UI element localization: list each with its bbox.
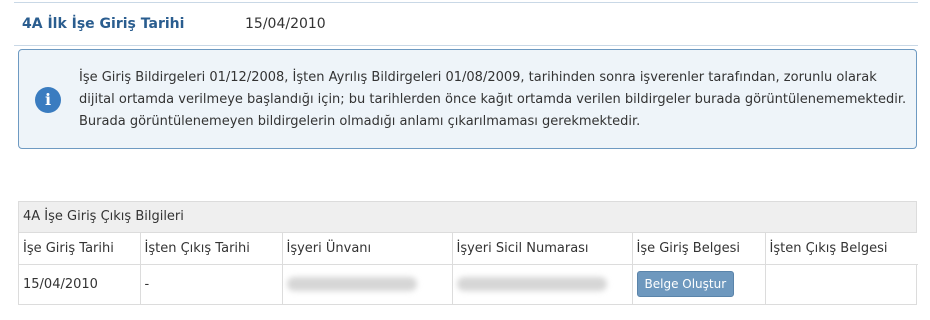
col-header-entry-date: İşe Giriş Tarihi — [19, 233, 141, 265]
col-header-workplace-registry: İşyeri Sicil Numarası — [452, 233, 633, 265]
entry-exit-table: İşe Giriş Tarihi İşten Çıkış Tarihi İşye… — [19, 233, 918, 304]
cell-exit-document — [765, 264, 918, 304]
create-document-button[interactable]: Belge Oluştur — [636, 271, 735, 298]
cell-workplace-title — [282, 264, 453, 304]
table-row: 15/04/2010 - Belge Oluştur — [19, 264, 918, 304]
table-header-row: İşe Giriş Tarihi İşten Çıkış Tarihi İşye… — [19, 233, 918, 265]
cell-entry-date: 15/04/2010 — [19, 264, 141, 304]
info-text: İşe Giriş Bildirgeleri 01/12/2008, İşten… — [79, 70, 907, 129]
col-header-exit-document: İşten Çıkış Belgesi — [765, 233, 918, 265]
entry-exit-panel: 4A İşe Giriş Çıkış Bilgileri İşe Giriş T… — [18, 201, 918, 305]
col-header-entry-document: İşe Giriş Belgesi — [632, 233, 766, 265]
info-icon: i — [35, 87, 61, 113]
col-header-exit-date: İşten Çıkış Tarihi — [140, 233, 283, 265]
cell-exit-date: - — [140, 264, 283, 304]
col-header-workplace-title: İşyeri Ünvanı — [282, 233, 453, 265]
redacted-workplace-title — [286, 277, 417, 292]
cell-entry-document: Belge Oluştur — [632, 264, 766, 304]
redacted-workplace-registry — [456, 277, 607, 292]
info-alert: i İşe Giriş Bildirgeleri 01/12/2008, İşt… — [18, 49, 917, 149]
cell-workplace-registry — [452, 264, 633, 304]
first-entry-label: 4A İlk İşe Giriş Tarihi — [22, 16, 185, 32]
first-entry-row: 4A İlk İşe Giriş Tarihi 15/04/2010 — [14, 2, 918, 46]
first-entry-value: 15/04/2010 — [245, 16, 326, 32]
panel-title: 4A İşe Giriş Çıkış Bilgileri — [19, 202, 916, 233]
